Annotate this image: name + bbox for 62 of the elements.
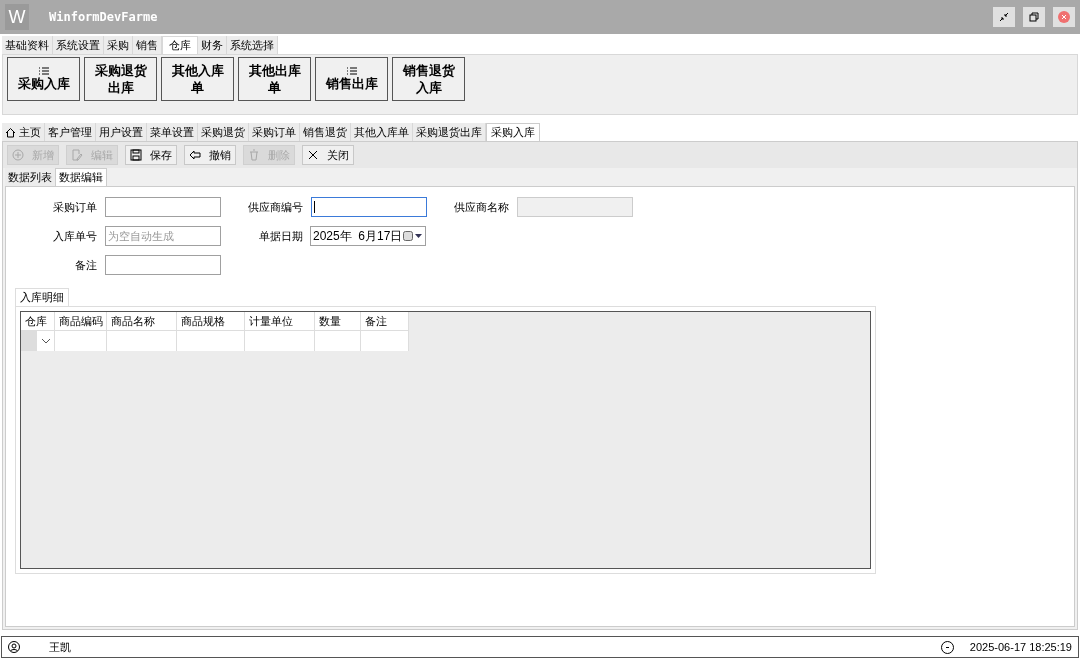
save-icon (130, 149, 142, 161)
document-tab[interactable]: 用户设置 (96, 123, 147, 141)
field-label: 供应商名称 (453, 199, 509, 215)
user-name: 王凯 (49, 639, 71, 655)
document-tab[interactable]: 采购退货 (198, 123, 249, 141)
document-tab[interactable]: 菜单设置 (147, 123, 198, 141)
undo-icon (189, 149, 201, 161)
menu-tab[interactable]: 销售 (133, 36, 162, 54)
menu-tab[interactable]: 系统设置 (53, 36, 104, 54)
menu-tab[interactable]: 系统选择 (227, 36, 278, 54)
document-tab[interactable]: 采购订单 (249, 123, 300, 141)
window-title: WinformDevFarme (49, 9, 158, 26)
user-icon (8, 641, 20, 653)
ribbon-button[interactable]: 销售退货入库 (392, 57, 465, 101)
ribbon-button[interactable]: 销售出库 (315, 57, 388, 101)
trash-icon (248, 149, 260, 161)
toolbar-button[interactable]: 关闭 (302, 145, 354, 165)
text-field[interactable] (105, 255, 221, 275)
menu-tab[interactable]: 财务 (198, 36, 227, 54)
status-datetime: 2025-06-17 18:25:19 (969, 639, 1072, 655)
field-label: 供应商编号 (247, 199, 303, 215)
close-button[interactable] (1053, 7, 1075, 27)
edit-icon (71, 149, 83, 161)
text-field[interactable] (105, 197, 221, 217)
document-tab[interactable]: 主页 (2, 123, 45, 141)
toolbar-button[interactable]: 撤销 (184, 145, 236, 165)
restore-button[interactable] (1023, 7, 1045, 27)
ribbon-button[interactable]: 采购退货出库 (84, 57, 157, 101)
sub-tab[interactable]: 数据编辑 (55, 168, 107, 186)
document-tab[interactable]: 销售退货 (300, 123, 351, 141)
ribbon-button[interactable]: 其他入库单 (161, 57, 234, 101)
ribbon-button[interactable]: 采购入库 (7, 57, 80, 101)
chevron-down-icon (41, 338, 50, 344)
toolbar-button[interactable]: 保存 (125, 145, 177, 165)
document-tab[interactable]: 采购入库 (486, 123, 540, 141)
detail-tab[interactable]: 入库明细 (15, 288, 69, 306)
collapse-button[interactable] (993, 7, 1015, 27)
plus-circle-icon (12, 149, 24, 161)
document-tab[interactable]: 客户管理 (45, 123, 96, 141)
home-icon (5, 126, 16, 138)
document-tab[interactable]: 采购退货出库 (413, 123, 486, 141)
close-icon (307, 149, 319, 161)
collapse-icon (999, 12, 1009, 22)
text-field[interactable] (311, 197, 427, 217)
field-label: 入库单号 (52, 228, 97, 244)
close-icon (1058, 11, 1070, 23)
document-tab[interactable]: 其他入库单 (351, 123, 413, 141)
field-label: 单据日期 (258, 228, 303, 244)
field-label: 采购订单 (52, 199, 97, 215)
date-field[interactable]: 2025年 6月17日 (310, 226, 426, 246)
clock-icon (940, 640, 954, 654)
text-cursor (314, 201, 315, 213)
menu-tab[interactable]: 仓库 (162, 36, 198, 54)
menu-tab[interactable]: 采购 (104, 36, 133, 54)
restore-icon (1029, 12, 1039, 22)
warehouse-dropdown[interactable] (21, 331, 55, 351)
menu-tab[interactable]: 基础资料 (2, 36, 53, 54)
ribbon-button[interactable]: 其他出库单 (238, 57, 311, 101)
calendar-dropdown-icon (403, 231, 423, 241)
app-logo: W (5, 4, 29, 30)
sub-tab[interactable]: 数据列表 (5, 168, 55, 186)
field-label: 备注 (74, 257, 97, 273)
